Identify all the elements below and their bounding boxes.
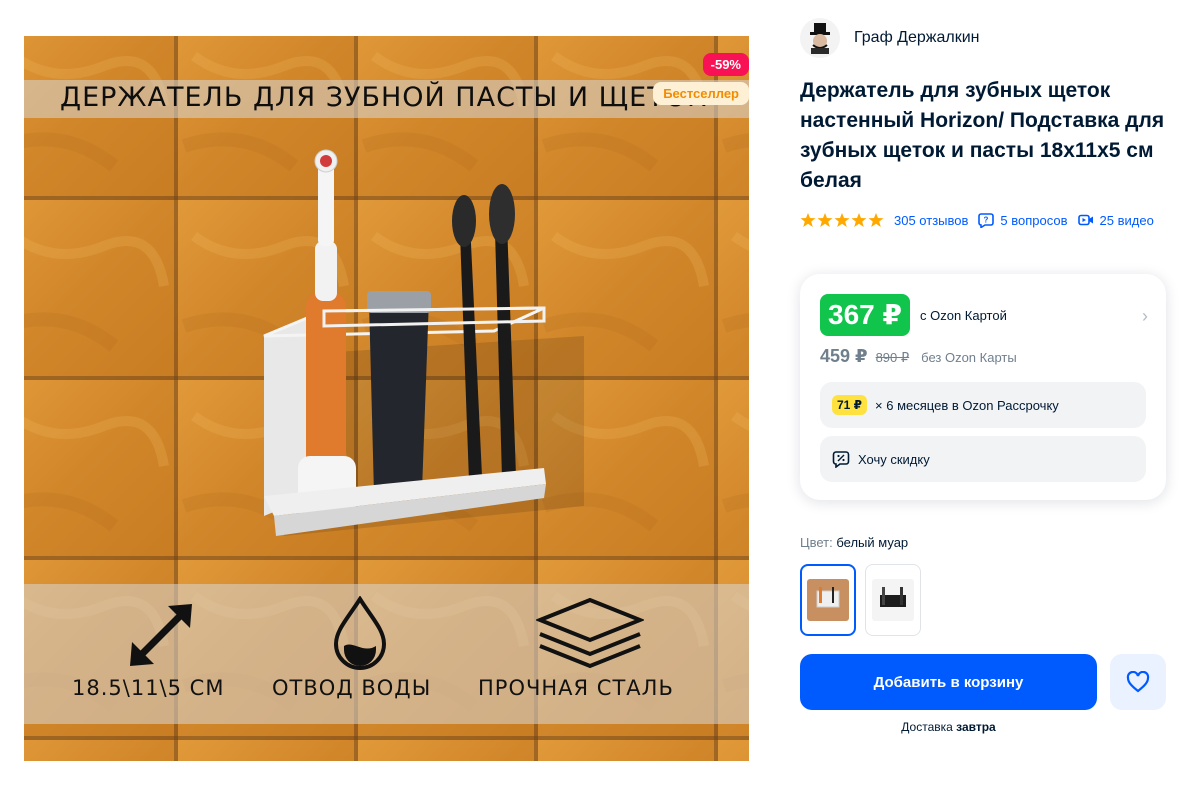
image-features-banner: 18.5\11\5 СМ ОТВОД ВОДЫ ПРОЧНАЯ СТАЛЬ [24,584,749,724]
feature-label-size: 18.5\11\5 СМ [72,676,225,700]
add-to-cart-button[interactable]: Добавить в корзину [800,654,1097,710]
star-icon [800,213,816,227]
reviews-count: 305 отзывов [894,212,969,228]
questions-link[interactable]: ? 5 вопросов [978,212,1068,228]
white-holder-thumbnail [807,579,849,621]
discount-badge: -59% [702,53,749,76]
delivery-prefix: Доставка [901,720,957,734]
question-icon: ? [978,213,995,228]
card-price: 367 ₽ [820,294,910,336]
seller-info[interactable]: Граф Держалкин [800,18,980,58]
color-label: Цвет: белый муар [800,535,908,550]
videos-count: 25 видео [1099,212,1154,228]
seller-logo-icon [810,23,830,54]
video-icon [1077,214,1093,226]
rating-stars[interactable] [800,212,884,228]
water-drop-icon [333,596,387,670]
black-holder-thumbnail [872,579,914,621]
product-title: Держатель для зубных щеток настенный Hor… [800,79,1165,192]
color-swatch-white[interactable] [800,564,856,636]
color-swatch-black[interactable] [865,564,921,636]
reviews-link[interactable]: 305 отзывов [894,213,968,228]
discount-chat-icon [832,451,850,468]
discount-request-button[interactable]: Хочу скидку [820,436,1146,482]
add-to-cart-label: Добавить в корзину [873,673,1024,691]
svg-text:?: ? [984,216,989,225]
star-icon [851,213,867,227]
image-title-text: ДЕРЖАТЕЛЬ ДЛЯ ЗУБНОЙ ПАСТЫ И ЩЕТОК [60,82,708,113]
favorite-button[interactable] [1110,654,1166,710]
chevron-right-icon[interactable]: › [1142,306,1148,327]
delivery-info: Доставка завтра [800,720,1097,734]
star-icon [817,213,833,227]
heart-icon [1126,671,1150,693]
steel-layers-icon [536,598,644,669]
color-value: белый муар [836,535,909,550]
videos-link[interactable]: 25 видео [1077,212,1154,228]
feature-label-steel: ПРОЧНАЯ СТАЛЬ [478,676,674,700]
image-badges: -59% Бестселлер [653,53,749,105]
delivery-when: завтра [956,720,996,734]
star-icon [834,213,850,227]
without-card-label: без Ozon Карты [921,350,1017,365]
old-price: 890 ₽ [875,350,910,365]
price-without-card-row: 459 ₽ 890 ₽ без Ozon Карты [820,346,1017,367]
star-icon [868,213,884,227]
seller-name[interactable]: Граф Держалкин [854,29,980,47]
image-title-banner: ДЕРЖАТЕЛЬ ДЛЯ ЗУБНОЙ ПАСТЫ И ЩЕТОК [24,80,749,118]
diagonal-arrows-icon [130,604,192,666]
bestseller-badge: Бестселлер [653,82,749,105]
product-image-gallery[interactable]: ДЕРЖАТЕЛЬ ДЛЯ ЗУБНОЙ ПАСТЫ И ЩЕТОК 18.5\… [24,36,749,761]
discount-request-label: Хочу скидку [858,451,930,467]
card-price-label: с Ozon Картой [919,307,1007,323]
seller-logo[interactable] [800,18,840,58]
feature-label-water: ОТВОД ВОДЫ [272,676,432,700]
questions-count: 5 вопросов [1000,212,1068,228]
product-meta-row: 305 отзывов ? 5 вопросов 25 видео [800,212,1154,228]
price-without-card: 459 ₽ [820,346,868,366]
installment-text: × 6 месяцев в Ozon Рассрочку [875,397,1059,413]
installment-row[interactable]: 71 ₽ × 6 месяцев в Ozon Рассрочку [820,382,1146,428]
card-price-row[interactable]: 367 ₽ с Ozon Картой [820,294,1007,336]
price-card: 367 ₽ с Ozon Картой › 459 ₽ 890 ₽ без Oz… [800,274,1166,500]
installment-amount: 71 ₽ [832,395,868,415]
color-label-prefix: Цвет: [800,535,837,550]
